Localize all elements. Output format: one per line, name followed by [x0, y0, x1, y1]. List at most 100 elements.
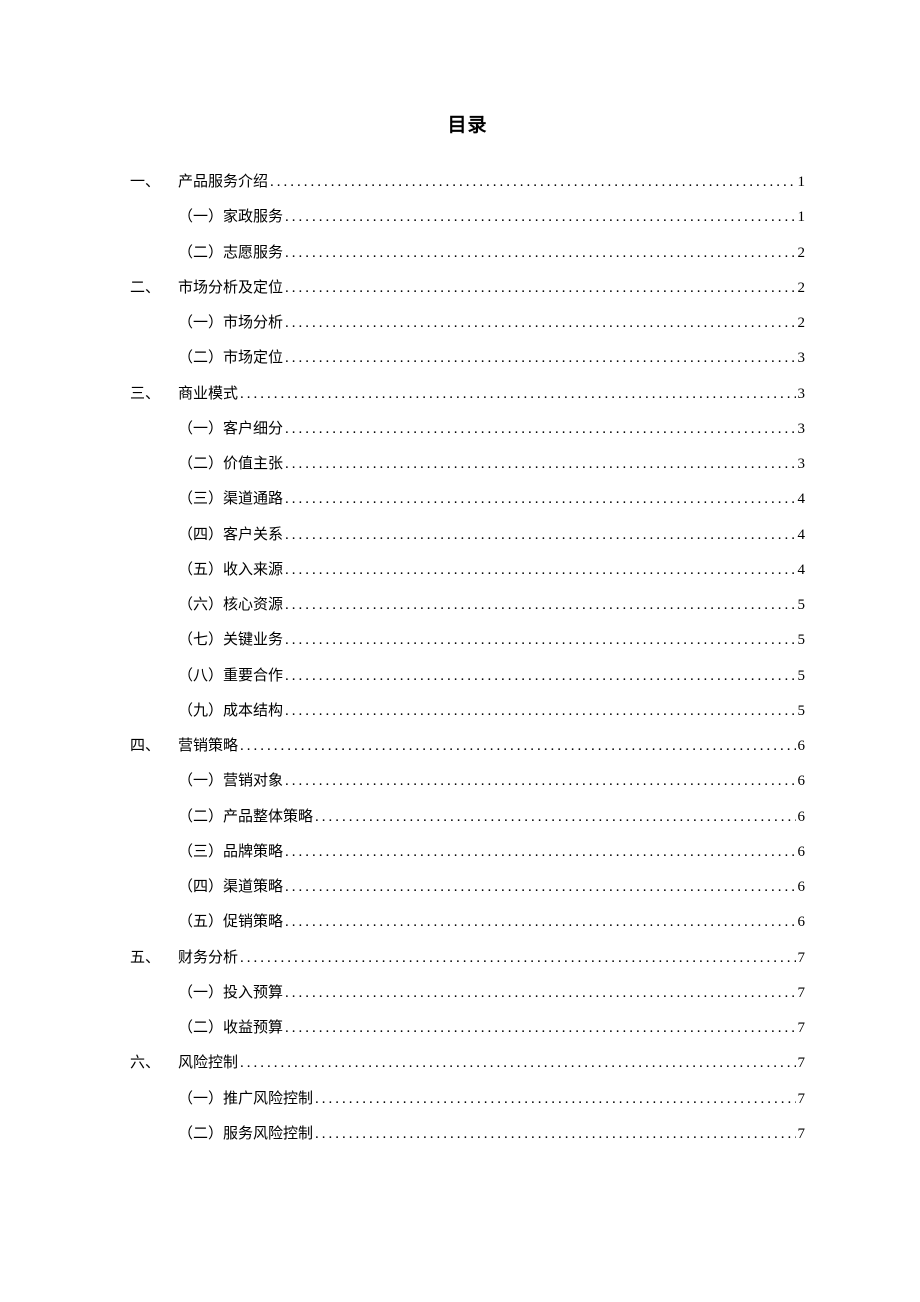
toc-entry: （九） 成本结构 5 [130, 694, 805, 729]
toc-entry-label: 关键业务 [223, 623, 283, 658]
toc-entry-label: 收益预算 [223, 1011, 283, 1046]
toc-entry-label: 营销策略 [178, 729, 238, 764]
toc-entry-page: 6 [796, 800, 806, 835]
toc-entry-leader [283, 447, 795, 482]
toc-entry-page: 2 [796, 306, 806, 341]
toc-entry-leader [283, 1011, 795, 1046]
toc-entry-page: 5 [796, 659, 806, 694]
toc-entry-marker: （四） [178, 518, 223, 553]
toc-entry-marker: 五、 [130, 941, 178, 976]
toc-entry: （四） 客户关系4 [130, 518, 805, 553]
toc-entry-label: 促销策略 [223, 905, 283, 940]
toc-entry-label: 投入预算 [223, 976, 283, 1011]
toc-entry-marker: （二） [178, 800, 223, 835]
toc-entry-marker: （一） [178, 306, 223, 341]
toc-entry-leader [313, 1117, 795, 1152]
toc-entry: 五、财务分析7 [130, 941, 805, 976]
toc-entry-leader [313, 1082, 795, 1117]
toc-entry: （二）服务风险控制7 [130, 1117, 805, 1152]
toc-entry-marker: （一） [178, 764, 223, 799]
toc-entry-page: 1 [796, 165, 806, 200]
toc-entry-page: 4 [796, 482, 806, 517]
toc-entry-label: 服务风险控制 [223, 1117, 313, 1152]
toc-entry: （二）志愿服务2 [130, 236, 805, 271]
toc-entry-label: 风险控制 [178, 1046, 238, 1081]
toc-entry-label: 商业模式 [178, 377, 238, 412]
toc-entry-marker: （五） [178, 905, 223, 940]
toc-entry-marker: （九） [178, 694, 223, 729]
toc-entry-page: 2 [796, 271, 806, 306]
toc-entry-page: 3 [796, 412, 806, 447]
toc-entry: （四）渠道策略6 [130, 870, 805, 905]
toc-entry-leader [283, 659, 795, 694]
toc-entry-label: 客户关系 [223, 518, 283, 553]
toc-title: 目录 [130, 110, 805, 137]
toc-entry-page: 3 [796, 377, 806, 412]
toc-entry: （五） 收入来源4 [130, 553, 805, 588]
toc-entry: （三）品牌策略6 [130, 835, 805, 870]
toc-entry-page: 6 [796, 835, 806, 870]
toc-entry-page: 3 [796, 341, 806, 376]
toc-entry-marker: （八） [178, 659, 223, 694]
toc-entry-leader [283, 870, 795, 905]
toc-entry-leader [283, 553, 795, 588]
toc-entry-marker: 六、 [130, 1046, 178, 1081]
toc-entry-label: 推广风险控制 [223, 1082, 313, 1117]
toc-entry-marker: （一） [178, 200, 223, 235]
toc-entry-leader [283, 518, 795, 553]
toc-entry: （一）营销对象 6 [130, 764, 805, 799]
toc-entry-leader [283, 905, 795, 940]
toc-list: 一、产品服务介绍1（一）家政服务1（二）志愿服务2二、市场分析及定位2（一）市场… [130, 165, 805, 1152]
toc-entry-marker: 四、 [130, 729, 178, 764]
toc-entry-marker: （六） [178, 588, 223, 623]
toc-entry: （二）市场定位3 [130, 341, 805, 376]
toc-entry-page: 7 [796, 1011, 806, 1046]
toc-entry-marker: （一） [178, 1082, 223, 1117]
toc-entry-marker: 三、 [130, 377, 178, 412]
toc-entry: 二、市场分析及定位2 [130, 271, 805, 306]
toc-entry: （一）家政服务 1 [130, 200, 805, 235]
toc-entry-label: 成本结构 [223, 694, 283, 729]
toc-entry-marker: （一） [178, 412, 223, 447]
toc-entry-page: 5 [796, 588, 806, 623]
toc-entry-marker: （一） [178, 976, 223, 1011]
toc-entry-leader [283, 236, 795, 271]
toc-entry: （二） 价值主张3 [130, 447, 805, 482]
toc-entry-marker: （二） [178, 1117, 223, 1152]
toc-entry-leader [283, 976, 795, 1011]
toc-entry-label: 财务分析 [178, 941, 238, 976]
toc-entry: （八） 重要合作5 [130, 659, 805, 694]
toc-entry-leader [283, 694, 795, 729]
toc-entry: （一）推广风险控制 7 [130, 1082, 805, 1117]
toc-entry: （七） 关键业务5 [130, 623, 805, 658]
toc-entry: 四、营销策略6 [130, 729, 805, 764]
toc-entry-label: 渠道通路 [223, 482, 283, 517]
toc-entry-leader [313, 800, 795, 835]
toc-entry: （六） 核心资源5 [130, 588, 805, 623]
toc-entry-label: 市场分析 [223, 306, 283, 341]
toc-entry-page: 1 [796, 200, 806, 235]
toc-entry-marker: （七） [178, 623, 223, 658]
toc-entry-leader [238, 377, 795, 412]
toc-entry-marker: （五） [178, 553, 223, 588]
toc-entry: 六、风险控制7 [130, 1046, 805, 1081]
toc-entry-page: 6 [796, 764, 806, 799]
toc-entry: 一、产品服务介绍1 [130, 165, 805, 200]
toc-entry-label: 志愿服务 [223, 236, 283, 271]
toc-entry-marker: （二） [178, 236, 223, 271]
toc-entry-marker: （四） [178, 870, 223, 905]
toc-entry-label: 客户细分 [223, 412, 283, 447]
toc-entry: （一）投入预算7 [130, 976, 805, 1011]
toc-entry-marker: （二） [178, 447, 223, 482]
toc-entry-marker: （二） [178, 341, 223, 376]
toc-entry: （二）产品整体策略6 [130, 800, 805, 835]
toc-entry-leader [283, 412, 795, 447]
toc-entry-page: 7 [796, 1082, 806, 1117]
toc-entry-label: 家政服务 [223, 200, 283, 235]
toc-entry-label: 营销对象 [223, 764, 283, 799]
toc-entry-marker: 一、 [130, 165, 178, 200]
toc-entry-marker: （三） [178, 835, 223, 870]
toc-entry: （五）促销策略6 [130, 905, 805, 940]
toc-entry-page: 5 [796, 694, 806, 729]
toc-entry-page: 6 [796, 870, 806, 905]
